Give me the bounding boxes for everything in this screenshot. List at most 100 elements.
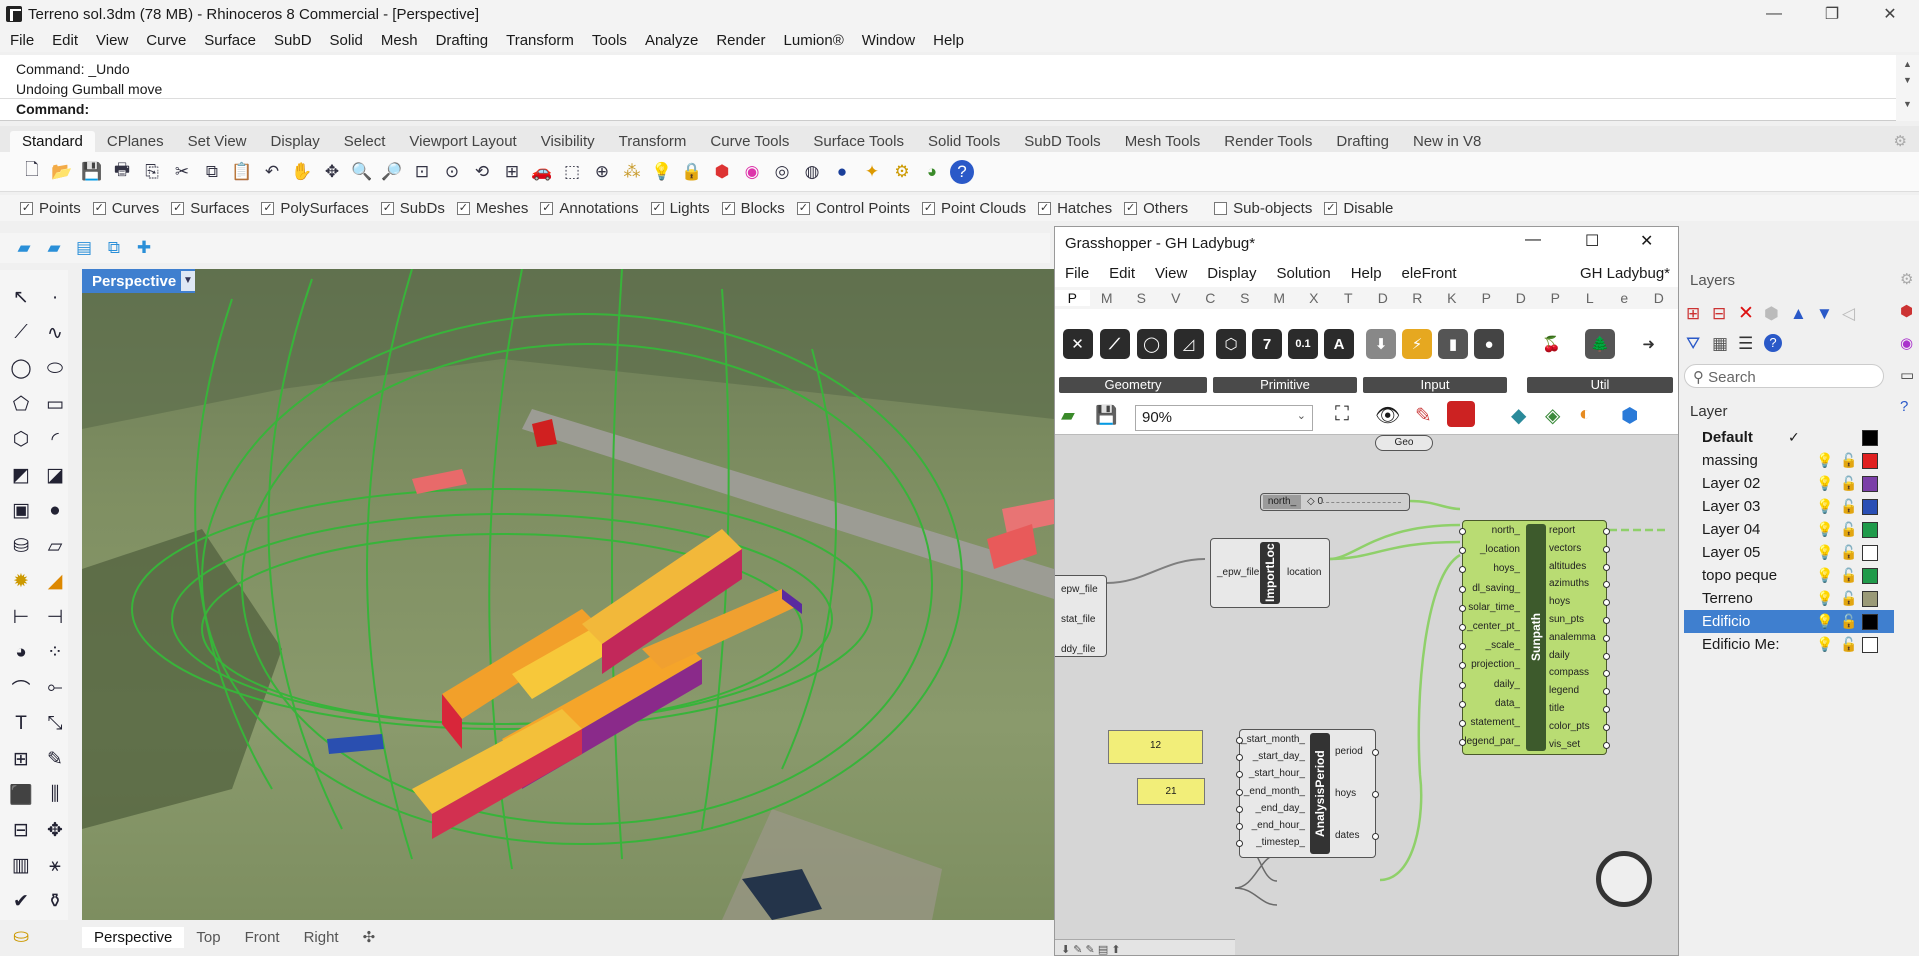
panel-end-month[interactable]: 21 (1137, 778, 1205, 805)
input-port[interactable] (1459, 662, 1466, 670)
gh-save-icon[interactable]: 💾 (1095, 405, 1117, 426)
layer-lock-icon[interactable]: 🔓 (1840, 636, 1857, 653)
primitive-boolean-icon[interactable]: ⬡ (1216, 329, 1246, 359)
menu-view[interactable]: View (96, 32, 128, 49)
layer-row[interactable]: Layer 04 💡 🔓 (1684, 518, 1894, 541)
rectangle-icon[interactable]: ▭ (38, 387, 72, 423)
gh-tab-maths[interactable]: M (1090, 290, 1125, 306)
menu-help[interactable]: Help (933, 32, 964, 49)
select-arrow-icon[interactable]: ↖ (4, 280, 38, 316)
fillet-icon[interactable]: ⌒ (4, 671, 38, 707)
layer-grid-icon[interactable]: ▦ (1712, 334, 1728, 354)
input-port[interactable] (1459, 566, 1466, 574)
filter-control-points[interactable]: ✓ Control Points (796, 200, 910, 217)
globe-icon[interactable]: ◕ (920, 160, 944, 184)
layer-visibility-icon[interactable]: 💡 (1816, 475, 1833, 492)
gh-menu-file[interactable]: File (1065, 265, 1089, 282)
filter-meshes[interactable]: ✓ Meshes (456, 200, 528, 217)
gh-tab-params[interactable]: P (1055, 290, 1090, 306)
hatch-icon[interactable]: ⫼ (38, 777, 72, 813)
lumion-add-icon[interactable]: ✚ (132, 236, 156, 260)
scale-icon[interactable]: ⤡ (38, 706, 72, 742)
layer-lock-icon[interactable]: 🔓 (1840, 544, 1857, 561)
input-port[interactable] (1459, 720, 1466, 727)
gh-tab-vector[interactable]: V (1159, 290, 1194, 306)
move-out-icon[interactable]: ◁ (1842, 304, 1855, 324)
geometry-curve-icon[interactable]: ⟋ (1099, 329, 1130, 359)
tab-display[interactable]: Display (259, 131, 332, 152)
menu-file[interactable]: File (10, 32, 34, 49)
north-slider[interactable]: north_ ◇ 0 (1260, 493, 1410, 511)
tab-standard[interactable]: Standard (10, 131, 95, 152)
viewport-tab-top[interactable]: Top (184, 927, 232, 948)
filter-others[interactable]: ✓ Others (1124, 200, 1188, 217)
zoom-extents-icon[interactable]: ⊡ (410, 160, 434, 184)
menu-surface[interactable]: Surface (204, 32, 256, 49)
gear-icon[interactable]: ⚙ (1882, 130, 1919, 152)
layer-row[interactable]: Terreno 💡 🔓 (1684, 587, 1894, 610)
viewport-menu-dropdown[interactable]: ▼ (181, 271, 195, 291)
util-tree-icon[interactable]: 🌲 (1584, 329, 1615, 359)
geometry-x-icon[interactable]: ✕ (1062, 329, 1093, 359)
layer-color-swatch[interactable] (1862, 544, 1878, 561)
gh-preview-shaded-icon[interactable]: ◆ (1511, 403, 1526, 428)
save-icon[interactable]: 💾 (80, 160, 104, 184)
boolean-icon[interactable]: ◕ (4, 635, 38, 671)
scroll-up-icon[interactable]: ▲ (1896, 59, 1919, 69)
move-up-icon[interactable]: ▲ (1790, 304, 1807, 324)
layout-icon[interactable]: ▥ (4, 848, 38, 884)
analysisperiod-component[interactable]: AnalysisPeriod _start_month_ _start_day_ _… (1236, 729, 1379, 858)
add-viewport-tab-icon[interactable]: ✣ (351, 926, 388, 948)
input-toggle-icon[interactable]: ▮ (1438, 329, 1468, 359)
layer-menu-icon[interactable]: ☰ (1738, 334, 1753, 354)
gh-tab-p2[interactable]: P (1469, 290, 1504, 306)
input-port[interactable] (1236, 771, 1243, 779)
layer-row[interactable]: massing 💡 🔓 (1684, 449, 1894, 472)
mesh-icon[interactable]: ▱ (38, 529, 72, 565)
input-port[interactable] (1459, 643, 1466, 651)
canvas-navigation-compass-icon[interactable] (1596, 851, 1652, 907)
ellipse-icon[interactable]: ⬭ (38, 351, 72, 387)
command-scrollbar[interactable]: ▲ ▼ ▼ (1896, 55, 1919, 121)
options-gear-icon[interactable]: ⚙ (890, 160, 914, 184)
panel-gear-icon[interactable]: ⚙ (1900, 270, 1919, 288)
layer-visibility-icon[interactable]: 💡 (1816, 544, 1833, 561)
gh-minimize-button[interactable]: — (1525, 231, 1541, 249)
layers-panel-icon[interactable]: ⬢ (1900, 302, 1919, 320)
layer-visibility-icon[interactable]: 💡 (1816, 590, 1833, 607)
layers-help-icon[interactable]: ? (1764, 334, 1782, 352)
filter-annotations[interactable]: ✓ Annotations (540, 200, 639, 217)
named-view-icon[interactable]: 🚗 (530, 160, 554, 184)
gh-tab-p3[interactable]: P (1538, 290, 1573, 306)
filter-blocks[interactable]: ✓ Blocks (721, 200, 785, 217)
pan-icon[interactable]: ✋ (290, 160, 314, 184)
input-port[interactable] (1459, 547, 1466, 555)
layer-color-swatch[interactable] (1862, 567, 1878, 584)
help-panel-icon[interactable]: ? (1900, 398, 1919, 415)
output-port[interactable] (1603, 545, 1610, 553)
gh-tab-ladybug[interactable]: L (1573, 290, 1608, 306)
layer-visibility-icon[interactable]: 💡 (1816, 636, 1833, 653)
input-port[interactable] (1459, 700, 1466, 708)
gh-preview-wire-icon[interactable]: ◈ (1545, 403, 1560, 428)
primitive-text-icon[interactable]: A (1324, 329, 1354, 359)
filter-point-clouds[interactable]: ✓ Point Clouds (922, 200, 1026, 217)
layer-visibility-icon[interactable]: 💡 (1816, 613, 1833, 630)
paste-icon[interactable]: 📋 (230, 160, 254, 184)
geometry-circle-icon[interactable]: ◯ (1136, 329, 1167, 359)
filter-lights[interactable]: ✓ Lights (650, 200, 710, 217)
open-file-icon[interactable]: 📂 (50, 160, 74, 184)
gh-tab-curve[interactable]: C (1193, 290, 1228, 306)
geometry-brep-icon[interactable]: ◿ (1173, 329, 1204, 359)
dim-grid-icon[interactable]: ⊟ (4, 813, 38, 849)
scroll-down-icon[interactable]: ▼ (1896, 75, 1919, 85)
arc-icon[interactable]: ◜ (38, 422, 72, 458)
gh-tab-sets[interactable]: S (1124, 290, 1159, 306)
gh-tab-d3[interactable]: D (1642, 290, 1677, 306)
menu-edit[interactable]: Edit (52, 32, 78, 49)
menu-mesh[interactable]: Mesh (381, 32, 418, 49)
tab-transform[interactable]: Transform (607, 131, 699, 152)
gh-tab-kangaroo[interactable]: K (1435, 290, 1470, 306)
extrude-icon[interactable]: ◪ (38, 458, 72, 494)
menu-analyze[interactable]: Analyze (645, 32, 698, 49)
